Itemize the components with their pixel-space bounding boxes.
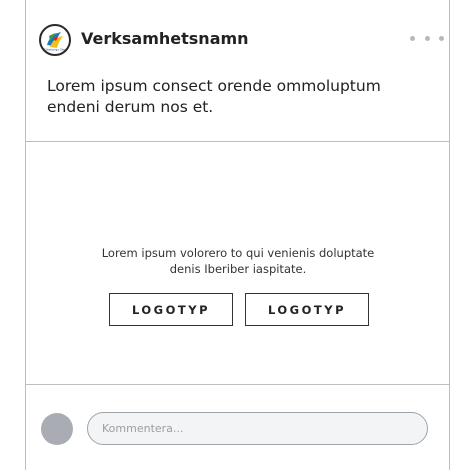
- media-text: Lorem ipsum volorero to qui venienis dol…: [101, 246, 375, 276]
- logo-button[interactable]: LOGOTYP: [245, 293, 369, 326]
- more-horizontal-icon: [410, 35, 415, 41]
- comment-bar: [26, 385, 450, 470]
- logo-lettering: Göteborgs Stad: [43, 48, 66, 52]
- post-media: Lorem ipsum volorero to qui venienis dol…: [26, 142, 450, 385]
- user-avatar[interactable]: [41, 413, 73, 445]
- more-options-button[interactable]: [410, 32, 444, 44]
- organization-logo-icon: Göteborgs Stad: [42, 27, 68, 53]
- feed-frame: Göteborgs Stad Verksamhetsnamn Lorem ips…: [25, 0, 461, 470]
- more-horizontal-icon: [424, 35, 430, 41]
- post-card: Göteborgs Stad Verksamhetsnamn Lorem ips…: [26, 0, 450, 470]
- post-text: Lorem ipsum consect orende ommoluptum en…: [47, 77, 381, 116]
- logo-button[interactable]: LOGOTYP: [109, 293, 233, 326]
- organization-name[interactable]: Verksamhetsnamn: [81, 29, 249, 48]
- organization-avatar[interactable]: Göteborgs Stad: [39, 24, 71, 56]
- comment-input[interactable]: [87, 412, 428, 445]
- post-header: Göteborgs Stad Verksamhetsnamn Lorem ips…: [26, 0, 450, 142]
- more-horizontal-icon: [439, 35, 444, 41]
